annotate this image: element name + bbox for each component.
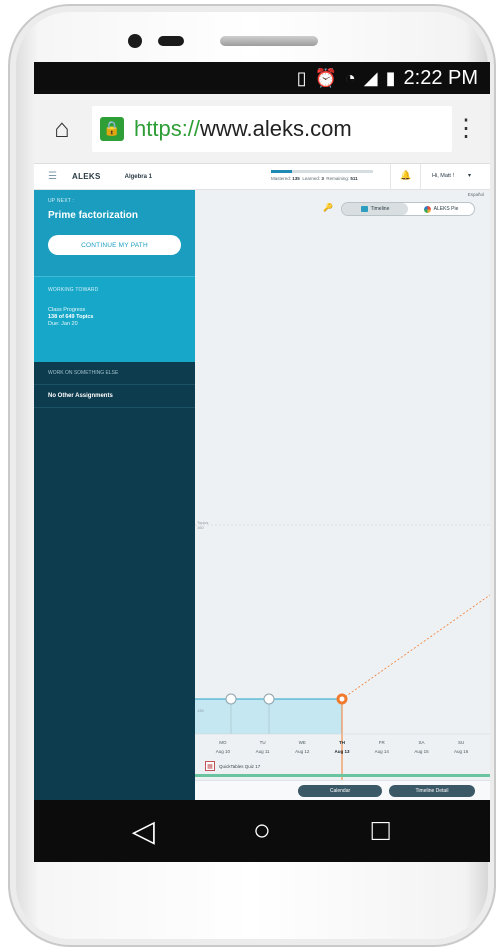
alarm-icon: ⏰ <box>314 67 337 88</box>
overflow-menu-icon[interactable]: ⋮ <box>452 114 480 143</box>
timeline-actions: Calendar Timeline Detail <box>195 780 490 800</box>
browser-toolbar: ⌂ 🔒 https://www.aleks.com ⋮ <box>34 94 490 164</box>
battery-icon: ▮ <box>385 67 396 88</box>
sensor <box>158 36 184 46</box>
bell-icon[interactable]: 🔔 <box>400 170 411 181</box>
lower-topic-value: 130 <box>197 708 204 713</box>
vibrate-icon: ▯ <box>296 67 307 88</box>
topics-axis-label: Topics 160 <box>197 520 209 530</box>
day-mo[interactable]: MO Aug 10 <box>203 738 243 756</box>
day-we[interactable]: WE Aug 12 <box>282 738 322 756</box>
timeline-content: Español 🔑 Timeline ALEKS Pie Topics 160 … <box>195 190 490 800</box>
continue-my-path-button[interactable]: CONTINUE MY PATH <box>48 235 181 255</box>
user-greeting[interactable]: Hi, Matt ! <box>432 173 454 179</box>
sidebar: UP NEXT : Prime factorization CONTINUE M… <box>34 190 195 800</box>
hamburger-icon[interactable]: ☰ <box>48 171 62 182</box>
day-tu-marker <box>263 693 275 705</box>
aleks-logo[interactable]: ALEKS <box>72 172 101 181</box>
work-on-else-header: WORK ON SOMETHING ELSE <box>34 362 195 385</box>
timeline-icon <box>360 206 368 212</box>
mastery-progress: Mastered: 135 Learned: 3 Remaining: 511 <box>271 170 373 181</box>
day-axis: MO Aug 10 TU Aug 11 WE Aug 12 TH Aug 13 FR Aug 14… <box>203 738 481 756</box>
wifi-icon: ◔ <box>344 67 356 88</box>
recents-icon[interactable]: □ <box>351 814 411 848</box>
calendar-button[interactable]: Calendar <box>298 785 382 797</box>
day-su[interactable]: SU Aug 16 <box>441 738 481 756</box>
front-camera <box>128 34 142 48</box>
pie-icon <box>423 205 431 213</box>
status-time: 2:22 PM <box>403 66 478 89</box>
aleks-header: ☰ ALEKS Algebra 1 Mastered: 135 Learned:… <box>34 164 490 190</box>
home-circle-icon[interactable]: ○ <box>232 814 292 848</box>
day-fr[interactable]: FR Aug 14 <box>362 738 402 756</box>
mastery-progress-fill <box>271 170 293 173</box>
tab-timeline[interactable]: Timeline <box>342 203 408 215</box>
language-link[interactable]: Español <box>468 192 484 197</box>
earpiece-speaker <box>220 36 318 46</box>
day-sa[interactable]: SA Aug 15 <box>402 738 442 756</box>
lock-icon: 🔒 <box>100 116 124 141</box>
no-other-assignments: No Other Assignments <box>34 385 195 408</box>
up-next-panel: UP NEXT : Prime factorization CONTINUE M… <box>34 190 195 276</box>
signal-icon: ◢ <box>363 67 378 88</box>
quiz-grid-icon: ▦ <box>205 761 215 771</box>
back-icon[interactable]: ◁ <box>113 814 173 849</box>
day-th[interactable]: TH Aug 13 <box>322 738 362 756</box>
assignment-bar <box>195 774 490 777</box>
home-icon[interactable]: ⌂ <box>44 111 80 147</box>
day-tu[interactable]: TU Aug 11 <box>243 738 283 756</box>
view-toggle[interactable]: Timeline ALEKS Pie <box>341 202 475 216</box>
phone-screen: ▯ ⏰ ◔ ◢ ▮ 2:22 PM ⌂ 🔒 https://www.aleks.… <box>34 62 490 862</box>
working-toward-panel[interactable]: WORKING TOWARD Class Progress 138 of 649… <box>34 276 195 362</box>
main-area: UP NEXT : Prime factorization CONTINUE M… <box>34 190 490 800</box>
chevron-down-icon[interactable]: ▾ <box>468 172 471 179</box>
course-name[interactable]: Algebra 1 <box>125 174 152 180</box>
up-next-topic: Prime factorization <box>48 210 139 221</box>
android-nav-bar: ◁ ○ □ <box>34 800 490 862</box>
status-bar: ▯ ⏰ ◔ ◢ ▮ 2:22 PM <box>34 62 490 94</box>
timeline-chart <box>195 524 490 780</box>
today-point-inner <box>339 696 345 702</box>
timeline-detail-button[interactable]: Timeline Detail <box>389 785 475 797</box>
quiz-item[interactable]: ▦ QuickTables Quiz 17 <box>205 761 260 771</box>
address-bar[interactable]: 🔒 https://www.aleks.com <box>92 105 452 152</box>
day-mo-marker <box>225 693 237 705</box>
key-icon[interactable]: 🔑 <box>323 203 333 212</box>
url-text: https://www.aleks.com <box>134 115 352 141</box>
tab-aleks-pie[interactable]: ALEKS Pie <box>408 203 474 215</box>
projection-line <box>341 594 490 700</box>
